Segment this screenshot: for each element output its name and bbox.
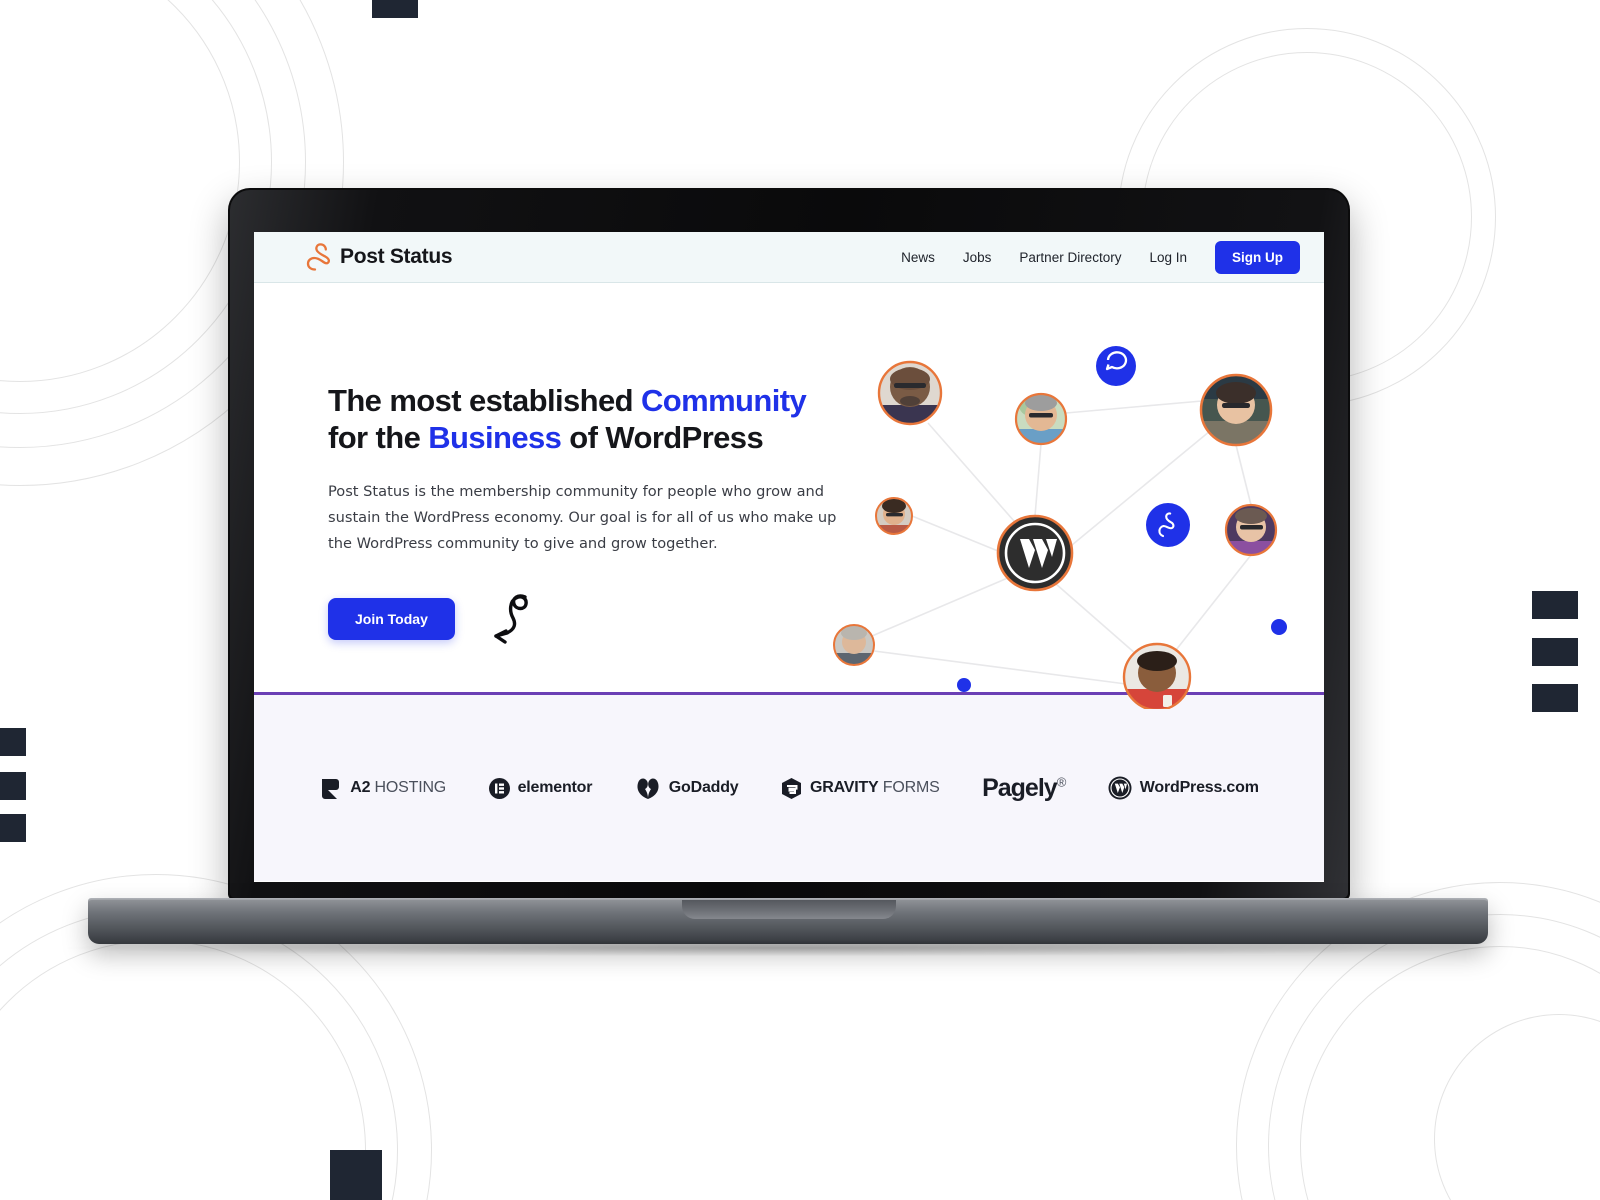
brand-logo[interactable]: Post Status (306, 242, 453, 272)
laptop-base-notch (682, 900, 896, 919)
headline-line1-a: The most established (328, 383, 641, 418)
wordpress-com-icon (1108, 776, 1132, 800)
decor-square (330, 1150, 382, 1200)
decor-dot (957, 678, 971, 692)
partner-logo-label: Pagely® (982, 773, 1066, 802)
nav-link-partner-directory[interactable]: Partner Directory (1019, 250, 1121, 265)
brand-name: Post Status (340, 245, 453, 268)
site-navbar: Post Status News Jobs Partner Directory … (254, 232, 1324, 283)
hero-paragraph: Post Status is the membership community … (328, 483, 837, 553)
nav-link-jobs[interactable]: Jobs (963, 250, 992, 265)
decor-square (372, 0, 418, 18)
nav-link-login[interactable]: Log In (1149, 250, 1187, 265)
post-status-badge[interactable] (1146, 503, 1190, 547)
join-today-button[interactable]: Join Today (328, 598, 455, 641)
laptop-device: Post Status News Jobs Partner Directory … (68, 188, 1508, 956)
avatar-node[interactable] (1014, 392, 1068, 446)
nav-links: News Jobs Partner Directory Log In Sign … (901, 240, 1300, 274)
decor-square (0, 814, 26, 842)
headline-line2-c: of WordPress (561, 419, 764, 455)
partner-logos-strip: A2 HOSTING elementor GoDaddy GRAVITY FOR… (254, 695, 1324, 881)
partner-logo-label: GRAVITY FORMS (810, 779, 940, 796)
post-status-logo-icon (306, 243, 330, 271)
partner-logo-label: WordPress.com (1139, 779, 1259, 796)
sign-up-button[interactable]: Sign Up (1215, 240, 1300, 274)
laptop-lid: Post Status News Jobs Partner Directory … (228, 188, 1350, 900)
a2-hosting-icon (322, 778, 340, 799)
gravity-forms-icon (782, 777, 801, 799)
avatar-node[interactable] (877, 360, 943, 426)
decor-square (0, 728, 26, 756)
partner-logo-wordpress-com[interactable]: WordPress.com (1108, 776, 1259, 800)
avatar-node[interactable] (833, 624, 875, 667)
partner-logo-label: GoDaddy (668, 779, 739, 796)
avatar-node[interactable] (1199, 373, 1273, 447)
decor-square (1532, 591, 1578, 619)
partner-logo-a2-hosting[interactable]: A2 HOSTING (319, 776, 446, 801)
curly-arrow-doodle-icon (494, 594, 528, 644)
headline-accent-community: Community (640, 383, 807, 418)
elementor-icon (488, 777, 510, 799)
hero-cta-row: Join Today (328, 591, 858, 647)
page-root: Post Status News Jobs Partner Directory … (0, 0, 1600, 1200)
wordpress-logo-icon[interactable] (996, 514, 1074, 592)
avatar-node[interactable] (1224, 503, 1278, 557)
decor-ring (1434, 1014, 1600, 1200)
partner-logo-godaddy[interactable]: GoDaddy (635, 775, 739, 801)
partner-logo-elementor[interactable]: elementor (488, 777, 593, 799)
hero-section: The most established Community for the B… (254, 283, 1324, 709)
laptop-shadow (68, 940, 1508, 956)
partner-logo-label: elementor (517, 779, 593, 796)
partner-logo-gravity-forms[interactable]: GRAVITY FORMS (781, 777, 940, 800)
godaddy-icon (637, 778, 659, 799)
nav-link-news[interactable]: News (901, 250, 935, 265)
decor-square (0, 772, 26, 800)
avatar-node[interactable] (1122, 642, 1192, 709)
headline-accent-business: Business (428, 419, 562, 455)
decor-ring (1268, 914, 1600, 1200)
partner-logo-label: A2 HOSTING (350, 779, 447, 796)
decor-square (1532, 684, 1578, 712)
page-bottom-whitespace (254, 881, 1324, 882)
avatar-node[interactable] (875, 497, 913, 537)
chat-bubble-badge[interactable] (1096, 346, 1136, 386)
decor-square (1532, 638, 1578, 666)
community-network-graphic (833, 346, 1287, 709)
headline-line2-a: for the (328, 419, 429, 455)
hero-copy: The most established Community for the B… (328, 383, 858, 647)
decor-ring (0, 0, 240, 382)
decor-dot (1271, 619, 1287, 635)
partner-logo-pagely[interactable]: Pagely® (982, 773, 1066, 803)
page-title: The most established Community for the B… (328, 383, 858, 456)
decor-ring (1300, 946, 1600, 1200)
decor-ring (0, 940, 366, 1200)
browser-viewport: Post Status News Jobs Partner Directory … (254, 232, 1324, 882)
